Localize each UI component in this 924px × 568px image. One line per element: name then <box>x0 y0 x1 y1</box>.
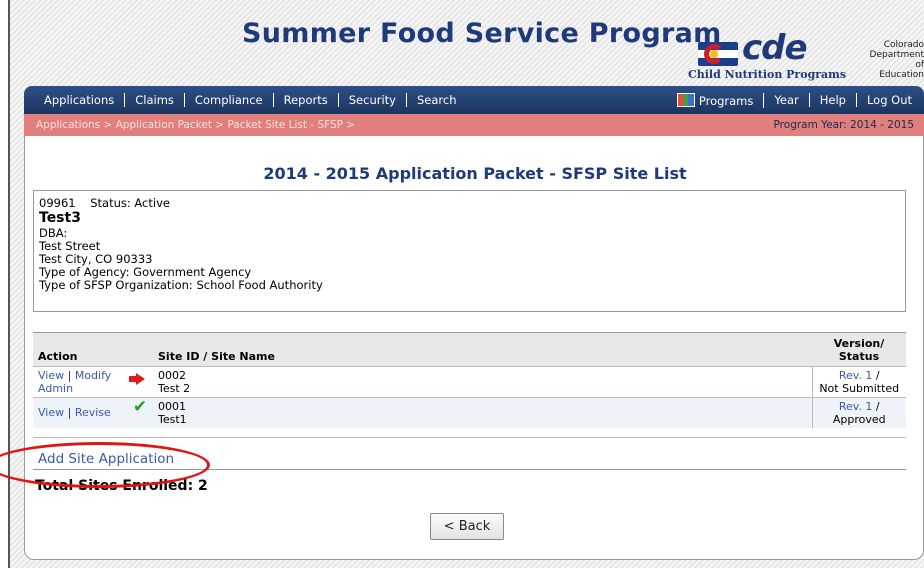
sponsor-info-box: 09961 Status: Active Test3 DBA: Test Str… <box>33 190 906 312</box>
status-text: Not Submitted <box>819 382 900 395</box>
col-action-header: Action <box>33 332 127 367</box>
action-cell: View | Revise <box>33 397 127 428</box>
nav-programs[interactable]: Programs <box>657 92 765 108</box>
dept-line: of <box>915 60 924 70</box>
breadcrumb: Applications > Application Packet > Pack… <box>24 114 924 136</box>
site-cell: 0001 Test1 <box>153 397 812 428</box>
sponsor-id: 09961 <box>39 196 76 210</box>
main-nav: Applications Claims Compliance Reports S… <box>24 86 924 114</box>
table-row: View | Modify Admin 0002 Test 2 Rev. 1 /… <box>33 366 906 398</box>
nav-security[interactable]: Security <box>339 93 407 107</box>
nav-applications[interactable]: Applications <box>24 93 126 107</box>
col-status-header-line1: Version/ <box>833 337 885 350</box>
red-arrow-icon <box>128 373 145 385</box>
add-site-application-link[interactable]: Add Site Application <box>38 451 174 467</box>
sponsor-status: Status: Active <box>90 196 170 210</box>
sponsor-org-type: Type of SFSP Organization: School Food A… <box>39 278 323 292</box>
sponsor-street: Test Street <box>39 239 101 253</box>
nav-search[interactable]: Search <box>407 93 467 107</box>
sponsor-dba: DBA: <box>39 226 68 240</box>
add-site-row: Add Site Application <box>33 437 906 470</box>
cde-logo-text: cde <box>742 28 808 68</box>
col-status-header-line2: Status <box>838 350 880 363</box>
version-link[interactable]: Rev. 1 <box>839 369 873 382</box>
page-title: 2014 - 2015 Application Packet - SFSP Si… <box>263 164 687 183</box>
site-name: Test 2 <box>158 382 191 395</box>
breadcrumb-path[interactable]: Applications > Application Packet > Pack… <box>36 119 355 131</box>
programs-grid-icon <box>676 92 695 107</box>
nav-compliance[interactable]: Compliance <box>185 93 274 107</box>
window-left-edge <box>0 0 10 568</box>
back-button[interactable]: < Back <box>430 513 504 540</box>
flag-sun-shape <box>710 50 718 58</box>
nav-programs-label: Programs <box>698 93 754 108</box>
sponsor-name: Test3 <box>39 210 81 226</box>
site-title: Summer Food Service Program <box>242 18 722 49</box>
admin-link[interactable]: Admin <box>38 382 73 395</box>
dept-line: Education <box>879 70 924 80</box>
col-icon-header <box>127 332 153 367</box>
nav-reports[interactable]: Reports <box>274 93 339 107</box>
nav-log-out[interactable]: Log Out <box>857 93 924 107</box>
site-cell: 0002 Test 2 <box>153 366 812 398</box>
status-cell: Rev. 1 / Not Submitted <box>811 366 906 398</box>
version-slash: / <box>875 369 880 382</box>
sponsor-id-line: 09961 Status: Active <box>39 197 900 210</box>
dept-line: Department <box>869 50 924 60</box>
cde-logo[interactable]: cde Child Nutrition Programs Colorado De… <box>680 28 924 84</box>
revise-link[interactable]: Revise <box>75 406 111 419</box>
modify-link[interactable]: Modify <box>75 369 111 382</box>
total-sites-enrolled: Total Sites Enrolled: 2 <box>35 478 208 494</box>
version-slash: / <box>875 400 880 413</box>
table-row: View | Revise ✔ 0001 Test1 Rev. 1 / Appr… <box>33 397 906 428</box>
dept-line: Colorado <box>883 40 924 50</box>
green-check-icon: ✔ <box>132 397 148 417</box>
nav-help[interactable]: Help <box>810 93 857 107</box>
row-icon-cell <box>127 366 153 398</box>
child-nutrition-programs-text: Child Nutrition Programs <box>688 68 847 81</box>
table-header-row: Action Site ID / Site Name Version/ Stat… <box>33 332 906 367</box>
sites-table: Action Site ID / Site Name Version/ Stat… <box>33 332 906 428</box>
site-id: 0002 <box>158 369 186 382</box>
status-text: Approved <box>832 413 886 426</box>
action-cell: View | Modify Admin <box>33 366 127 398</box>
program-year: Program Year: 2014 - 2015 <box>773 119 914 131</box>
site-id: 0001 <box>158 400 186 413</box>
link-separator: | <box>67 406 72 419</box>
nav-claims[interactable]: Claims <box>125 93 185 107</box>
main-content: 2014 - 2015 Application Packet - SFSP Si… <box>24 136 924 560</box>
view-link[interactable]: View <box>38 406 64 419</box>
site-header: Summer Food Service Program cde Child Nu… <box>24 0 924 86</box>
site-name: Test1 <box>158 413 187 426</box>
link-separator: | <box>67 369 72 382</box>
col-site-header: Site ID / Site Name <box>153 332 812 367</box>
dept-of-education-text: Colorado Department of Education <box>852 40 924 80</box>
col-status-header: Version/ Status <box>812 332 906 367</box>
view-link[interactable]: View <box>38 369 64 382</box>
page-frame: Summer Food Service Program cde Child Nu… <box>24 0 924 560</box>
row-icon-cell: ✔ <box>127 397 153 428</box>
nav-year[interactable]: Year <box>764 93 810 107</box>
nav-right-group: Programs Year Help Log Out <box>657 86 924 114</box>
status-cell: Rev. 1 / Approved <box>811 397 906 428</box>
version-link[interactable]: Rev. 1 <box>839 400 873 413</box>
